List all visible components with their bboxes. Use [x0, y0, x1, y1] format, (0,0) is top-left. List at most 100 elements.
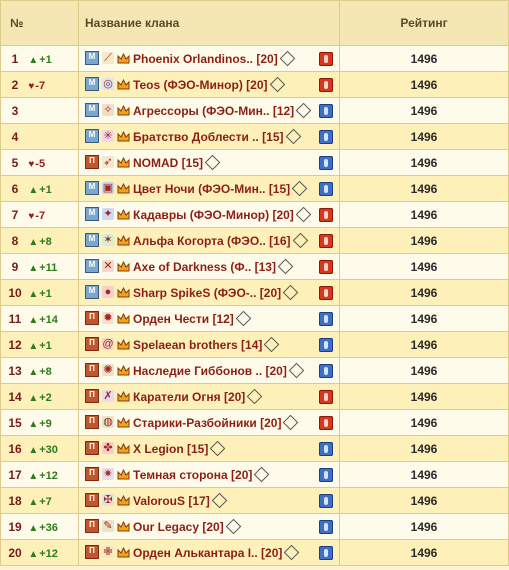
- clan-name-link[interactable]: NOMAD [15]: [133, 155, 203, 169]
- alignment-icon[interactable]: М: [85, 233, 99, 248]
- rank-change-value: -7: [35, 209, 46, 222]
- alignment-icon[interactable]: М: [85, 259, 99, 274]
- info-icon[interactable]: [282, 284, 299, 301]
- alignment-icon[interactable]: П: [85, 441, 99, 456]
- info-icon[interactable]: [292, 232, 308, 249]
- star-emblem-icon[interactable]: ✳: [102, 130, 114, 143]
- alignment-icon[interactable]: М: [85, 103, 99, 118]
- sun-emblem-icon[interactable]: ✹: [102, 312, 114, 325]
- table-row: 11 ▲+14 П ✹ Орден Чести [12] 1496: [0, 305, 509, 332]
- alignment-icon[interactable]: П: [85, 311, 99, 326]
- alignment-icon[interactable]: П: [85, 155, 99, 170]
- clan-name-link[interactable]: Каратели Огня [20]: [133, 389, 245, 403]
- clan-name-link[interactable]: Teos (ФЭО-Минор) [20]: [133, 77, 268, 91]
- info-icon[interactable]: [254, 466, 270, 483]
- helm-emblem-icon[interactable]: ◍: [102, 416, 114, 429]
- header-rating[interactable]: Рейтинг: [339, 0, 509, 46]
- alignment-icon[interactable]: М: [85, 181, 99, 196]
- wing-emblem-icon[interactable]: ✎: [102, 520, 114, 533]
- info-icon[interactable]: [225, 518, 241, 535]
- clan-cell: П @ Spelaean brothers [14]: [78, 331, 340, 358]
- arrow-up-icon: ▲: [28, 496, 39, 508]
- alignment-icon[interactable]: М: [85, 285, 99, 300]
- info-icon[interactable]: [204, 154, 221, 171]
- info-icon[interactable]: [235, 310, 252, 327]
- info-icon[interactable]: [295, 102, 312, 119]
- swords-emblem-icon[interactable]: ✗: [102, 390, 114, 403]
- claw-emblem-icon[interactable]: ✤: [102, 442, 114, 455]
- info-icon[interactable]: [284, 544, 300, 561]
- clan-name-link[interactable]: Орден Чести [12]: [133, 311, 234, 325]
- info-icon[interactable]: [211, 492, 227, 509]
- info-icon[interactable]: [247, 388, 263, 405]
- alignment-icon[interactable]: М: [85, 129, 99, 144]
- arrow-up-icon: ▲: [28, 340, 39, 352]
- rank-change: ▲+12: [28, 470, 58, 482]
- info-icon[interactable]: [210, 440, 226, 457]
- alignment-icon[interactable]: М: [85, 207, 99, 222]
- clan-name-link[interactable]: Phoenix Orlandinos.. [20]: [133, 51, 278, 65]
- header-num[interactable]: №: [0, 0, 79, 46]
- info-icon[interactable]: [285, 128, 301, 145]
- alignment-icon[interactable]: М: [85, 51, 99, 66]
- angel-emblem-icon[interactable]: ✙: [102, 546, 114, 559]
- feather-emblem-icon[interactable]: ⟋: [102, 52, 114, 65]
- axes-emblem-icon[interactable]: ✕: [102, 260, 114, 273]
- info-icon[interactable]: [295, 206, 312, 223]
- clan-name-link[interactable]: Темная сторона [20]: [133, 467, 252, 481]
- cross-emblem-icon[interactable]: ✠: [102, 494, 114, 507]
- info-icon[interactable]: [288, 362, 305, 379]
- gear-emblem-icon[interactable]: ✺: [102, 364, 114, 377]
- clan-cell: М ◎ Teos (ФЭО-Минор) [20]: [78, 71, 340, 98]
- alignment-icon[interactable]: П: [85, 363, 99, 378]
- table-row: 17 ▲+12 П ✷ Темная сторона [20] 1496: [0, 461, 509, 488]
- clan-name-link[interactable]: Кадавры (ФЭО-Минор) [20]: [133, 207, 294, 221]
- orb-emblem-icon[interactable]: ✦: [102, 208, 114, 221]
- info-icon[interactable]: [283, 414, 299, 431]
- clan-name-link[interactable]: Our Legacy [20]: [133, 519, 224, 533]
- clan-name-link[interactable]: Spelaean brothers [14]: [133, 337, 262, 351]
- alignment-icon[interactable]: П: [85, 415, 99, 430]
- rank-position: 4: [11, 129, 19, 144]
- ball-emblem-icon[interactable]: ●: [102, 286, 114, 299]
- clan-name-link[interactable]: Агрессоры (ФЭО-Мин.. [12]: [133, 103, 294, 117]
- clan-name-link[interactable]: Старики-Разбойники [20]: [133, 415, 281, 429]
- arrow-up-icon: ▲: [28, 184, 39, 196]
- swirl-emblem-icon[interactable]: ◎: [102, 78, 114, 91]
- alignment-icon[interactable]: П: [85, 493, 99, 508]
- header-clan-name[interactable]: Название клана: [78, 0, 340, 46]
- rank-position: 8: [11, 233, 19, 248]
- table-row: 13 ▲+8 П ✺ Наследие Гиббонов .. [20] 1496: [0, 357, 509, 384]
- info-icon[interactable]: [291, 180, 308, 197]
- clan-name-link[interactable]: Цвет Ночи (ФЭО-Мин.. [15]: [133, 181, 290, 195]
- clan-name-link[interactable]: ValorouS [17]: [133, 493, 210, 507]
- clan-name-link[interactable]: Орден Алькантара I.. [20]: [133, 545, 282, 559]
- clan-name-link[interactable]: Альфа Когорта (ФЭО.. [16]: [133, 233, 291, 247]
- clan-cell: П ✎ Our Legacy [20]: [78, 513, 340, 540]
- info-icon[interactable]: [277, 258, 294, 275]
- clan-name-link[interactable]: X Legion [15]: [133, 441, 208, 455]
- rank-position: 13: [8, 363, 22, 378]
- info-icon[interactable]: [269, 76, 285, 93]
- clan-name-link[interactable]: Sharp SpikeS (ФЭО-.. [20]: [133, 285, 281, 299]
- horse-emblem-icon[interactable]: ➶: [102, 156, 114, 169]
- spider-emblem-icon[interactable]: ✷: [102, 468, 114, 481]
- beast-emblem-icon[interactable]: ✶: [102, 234, 114, 247]
- clan-name-link[interactable]: Братство Доблести .. [15]: [133, 129, 284, 143]
- clan-name-link[interactable]: Наследие Гиббонов .. [20]: [133, 363, 287, 377]
- info-icon[interactable]: [279, 50, 295, 67]
- rank-position: 2: [11, 77, 19, 92]
- dragon-emblem-icon[interactable]: ✧: [102, 104, 114, 117]
- info-icon[interactable]: [264, 336, 280, 353]
- alignment-icon[interactable]: П: [85, 519, 99, 534]
- clan-name-link[interactable]: Axe of Darkness (Ф.. [13]: [133, 259, 276, 273]
- alignment-icon[interactable]: М: [85, 77, 99, 92]
- alignment-icon[interactable]: П: [85, 389, 99, 404]
- rank-cell: 2 ♥-7: [0, 71, 79, 98]
- alignment-icon[interactable]: П: [85, 467, 99, 482]
- alignment-icon[interactable]: П: [85, 337, 99, 352]
- spiral-emblem-icon[interactable]: @: [102, 338, 114, 351]
- alignment-icon[interactable]: П: [85, 545, 99, 560]
- shield-emblem-icon[interactable]: ▣: [102, 182, 114, 195]
- arrow-up-icon: ▲: [28, 262, 39, 274]
